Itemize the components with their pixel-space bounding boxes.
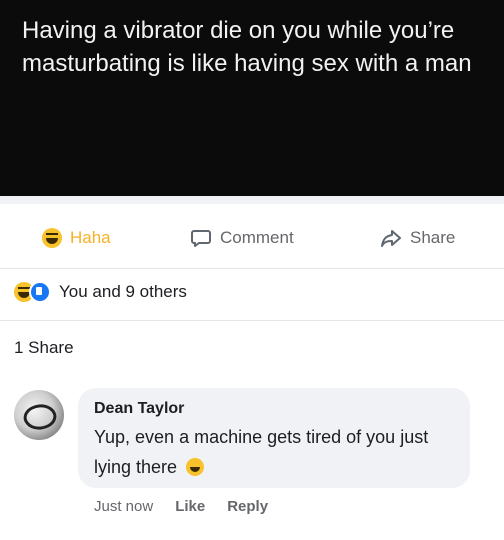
comment-button[interactable]: Comment [190, 226, 294, 250]
share-count[interactable]: 1 Share [14, 338, 74, 358]
divider [0, 320, 504, 321]
like-reaction-icon [29, 281, 51, 303]
post-action-bar: Haha Comment Share [0, 216, 504, 260]
haha-emoji-icon [42, 228, 62, 248]
share-arrow-icon [381, 230, 401, 247]
comment-label: Comment [220, 228, 294, 247]
comment-bubble: Dean Taylor Yup, even a machine gets tir… [78, 388, 470, 488]
haha-label: Haha [70, 228, 111, 247]
comment-reply-button[interactable]: Reply [227, 498, 268, 515]
divider [0, 196, 504, 204]
avatar[interactable] [14, 390, 64, 440]
comment-text: Yup, even a machine gets tired of you ju… [94, 427, 429, 477]
reactions-summary[interactable]: You and 9 others [14, 280, 187, 304]
comment-author[interactable]: Dean Taylor [94, 400, 184, 418]
comment-text-wrap: Yup, even a machine gets tired of you ju… [94, 422, 464, 482]
haha-button[interactable]: Haha [42, 226, 111, 250]
reactions-summary-text: You and 9 others [59, 282, 187, 301]
divider [0, 268, 504, 269]
reaction-icons [14, 281, 51, 303]
laughing-emoji-icon [186, 458, 205, 476]
comment-icon [191, 230, 211, 247]
post-text: Having a vibrator die on you while you’r… [22, 17, 472, 77]
comment-timestamp: Just now [94, 498, 154, 515]
comment-like-button[interactable]: Like [175, 498, 205, 515]
share-button[interactable]: Share [380, 226, 455, 250]
post-image: Having a vibrator die on you while you’r… [0, 0, 504, 196]
comment-meta: Just now Like Reply [94, 498, 268, 515]
share-label: Share [410, 228, 456, 247]
